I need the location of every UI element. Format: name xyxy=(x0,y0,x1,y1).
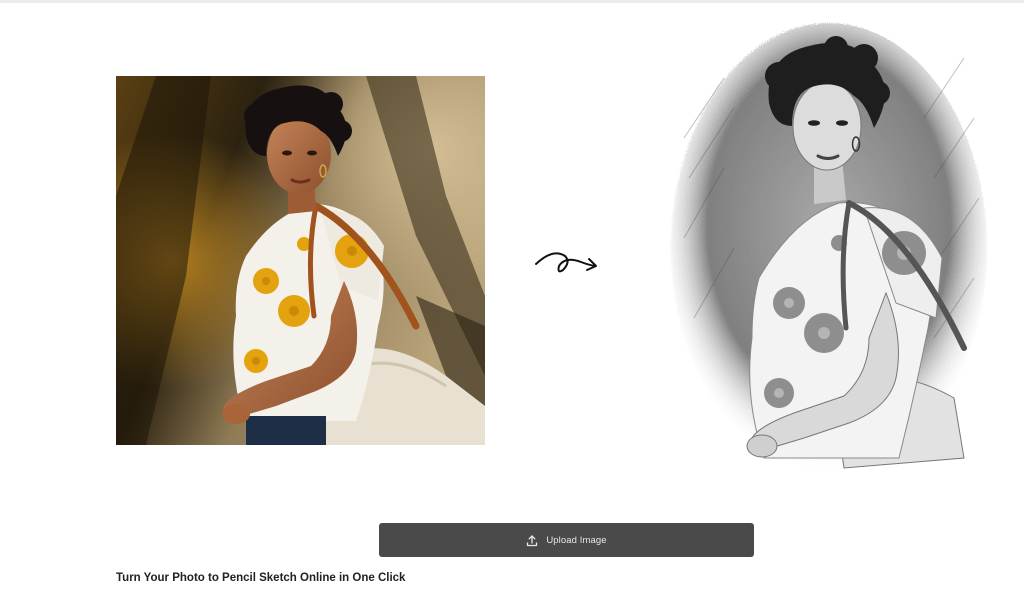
upload-image-button[interactable]: Upload Image xyxy=(379,523,754,557)
sketch-result-image xyxy=(664,18,994,493)
top-divider xyxy=(0,0,1024,3)
page-headline: Turn Your Photo to Pencil Sketch Online … xyxy=(116,572,406,584)
upload-image-label: Upload Image xyxy=(546,534,607,546)
original-photo xyxy=(116,76,485,445)
page: Upload Image Turn Your Photo to Pencil S… xyxy=(0,0,1024,591)
curly-arrow-right-icon xyxy=(533,244,603,278)
upload-icon xyxy=(526,534,538,547)
